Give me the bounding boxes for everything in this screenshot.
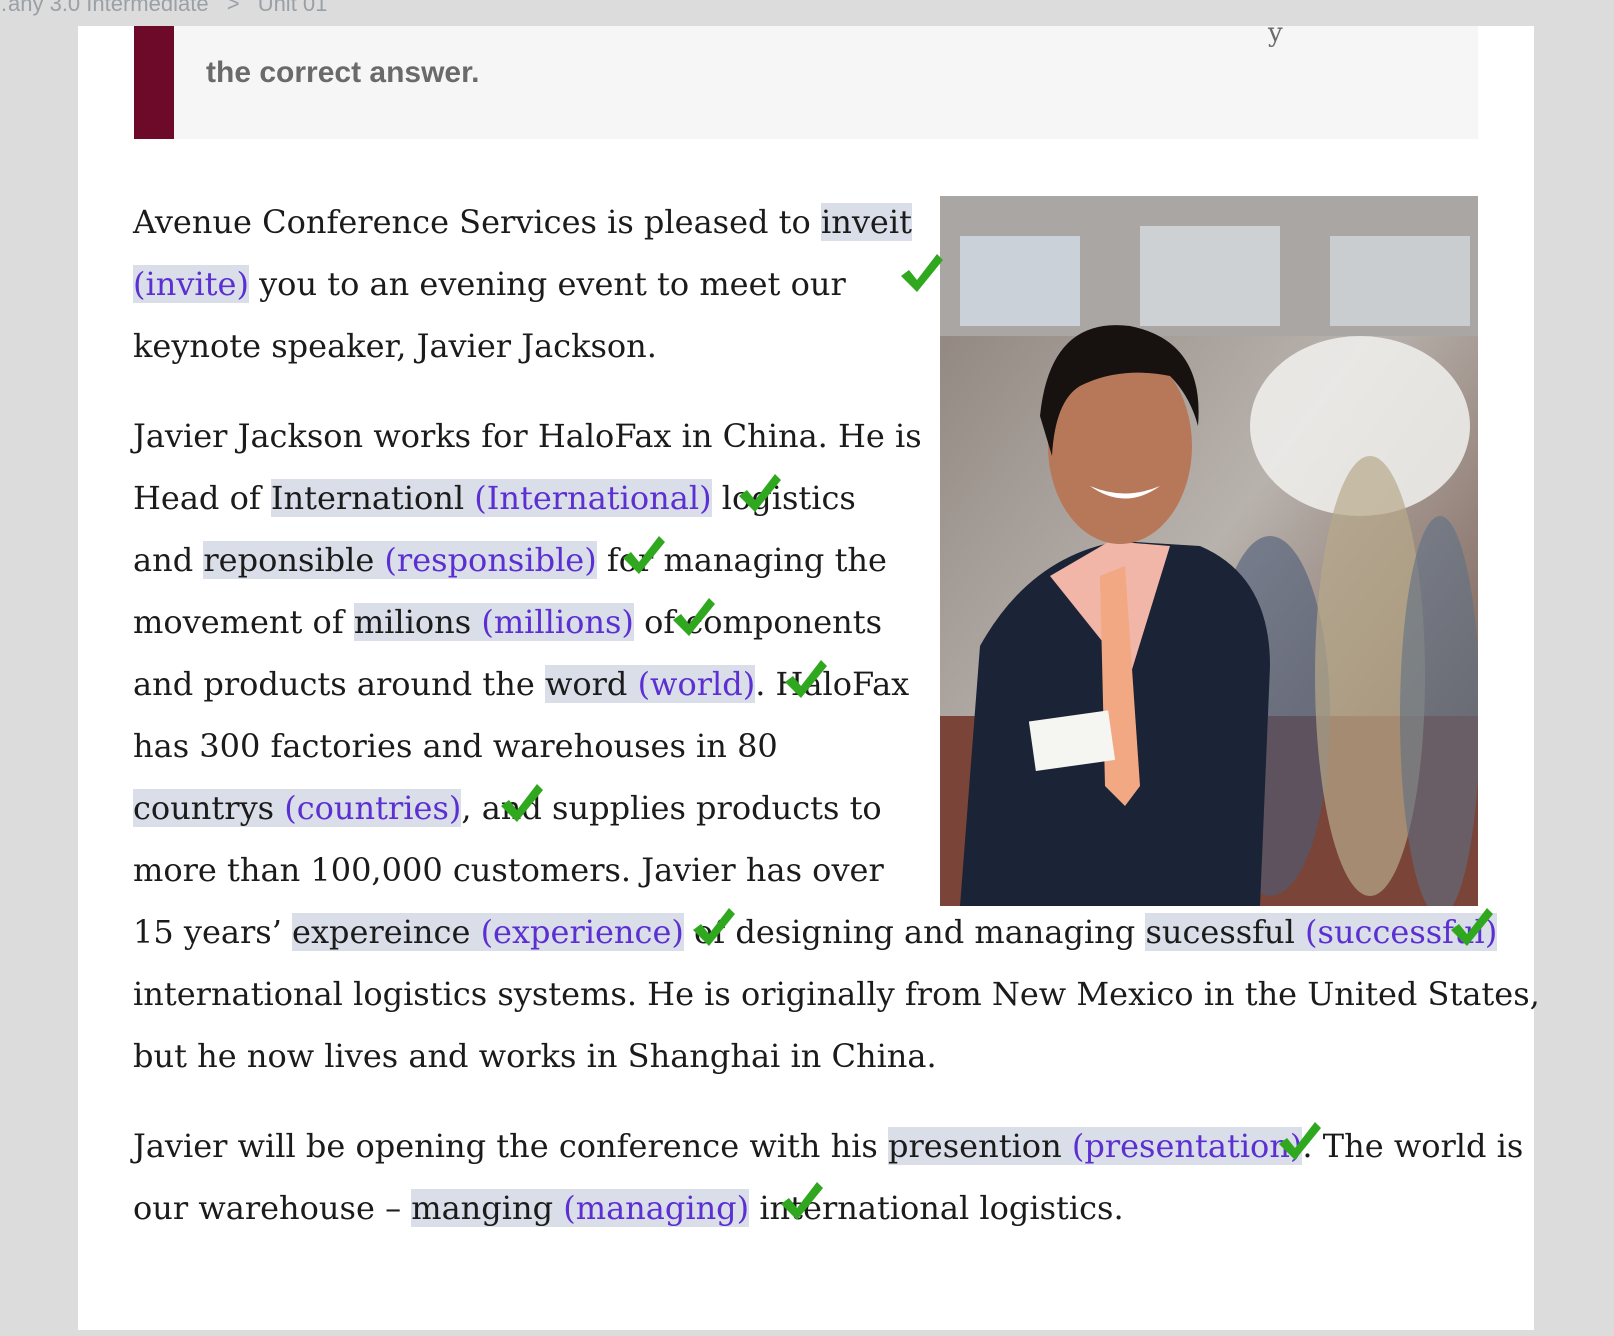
text-line: has 300 factories and warehouses in 80 <box>133 714 778 778</box>
exercise-card: y the correct answer. Avenue Conference … <box>78 18 1540 1330</box>
correction-text: (invite) <box>133 265 249 303</box>
correction-text: (presentation) <box>1071 1127 1303 1165</box>
plain-text: Javier will be opening the conference wi… <box>133 1127 889 1165</box>
corrected-word[interactable]: expereince (experience) <box>292 913 684 951</box>
correction-text: (countries) <box>284 789 462 827</box>
corrected-word[interactable]: (invite) <box>133 265 249 303</box>
correction-text: (International) <box>474 479 712 517</box>
plain-text: keynote speaker, Javier Jackson. <box>133 327 657 365</box>
correction-text: (experience) <box>480 913 684 951</box>
text-line: more than 100,000 customers. Javier has … <box>133 838 884 902</box>
misspelled-word: countrys <box>133 789 285 827</box>
text-line: Avenue Conference Services is pleased to… <box>133 190 912 254</box>
corrected-word[interactable]: Internationl (International) <box>270 479 712 517</box>
checkmark-icon <box>739 474 781 512</box>
correction-text: (millions) <box>481 603 634 641</box>
plain-text: our warehouse – <box>133 1189 412 1227</box>
plain-text: and <box>133 541 204 579</box>
checkmark-icon <box>901 254 943 292</box>
plain-text: Avenue Conference Services is pleased to <box>133 203 821 241</box>
plain-text: you to an evening event to meet our <box>248 265 846 303</box>
plain-text: international logistics systems. He is o… <box>133 975 1540 1013</box>
checkmark-icon <box>1279 1122 1321 1160</box>
misspelled-word: milions <box>353 603 482 641</box>
plain-text: Javier Jackson works for HaloFax in Chin… <box>133 417 922 455</box>
plain-text: movement of <box>133 603 354 641</box>
correction-text: (managing) <box>563 1189 750 1227</box>
checkmark-icon <box>623 536 665 574</box>
correction-text: (responsible) <box>384 541 597 579</box>
corrected-word[interactable]: milions (millions) <box>353 603 634 641</box>
misspelled-word: sucessful <box>1145 913 1306 951</box>
checkmark-icon <box>785 660 827 698</box>
corrected-word[interactable]: countrys (countries) <box>133 789 462 827</box>
misspelled-word: Internationl <box>270 479 475 517</box>
plain-text: has 300 factories and warehouses in 80 <box>133 727 778 765</box>
corrected-word[interactable]: manging (managing) <box>411 1189 750 1227</box>
checkmark-icon <box>1451 908 1493 946</box>
text-line: Javier Jackson works for HaloFax in Chin… <box>133 404 922 468</box>
corrected-word[interactable]: word (world) <box>544 665 756 703</box>
plain-text: of designing and managing <box>683 913 1146 951</box>
correction-text: (world) <box>637 665 756 703</box>
text-line: but he now lives and works in Shanghai i… <box>133 1024 937 1088</box>
breadcrumb: …any 3.0 Intermediate > Unit 01 <box>0 0 327 17</box>
text-line: our warehouse – manging (managing) inter… <box>133 1176 1124 1240</box>
text-line: and reponsible (responsible) for managin… <box>133 528 887 592</box>
checkmark-icon <box>673 598 715 636</box>
corrected-word[interactable]: sucessful (successful) <box>1145 913 1498 951</box>
breadcrumb-course[interactable]: …any 3.0 Intermediate <box>0 0 209 16</box>
misspelled-word: expereince <box>292 913 481 951</box>
text-line: keynote speaker, Javier Jackson. <box>133 314 657 378</box>
text-line: 15 years’ expereince (experience) of des… <box>133 900 1498 964</box>
checkmark-icon <box>781 1182 823 1220</box>
misspelled-word: presention <box>888 1127 1072 1165</box>
misspelled-word: manging <box>411 1189 564 1227</box>
plain-text: but he now lives and works in Shanghai i… <box>133 1037 937 1075</box>
text-line: (invite) you to an evening event to meet… <box>133 252 846 316</box>
text-line: movement of milions (millions) of compon… <box>133 590 882 654</box>
plain-text: 15 years’ <box>133 913 293 951</box>
corrected-word[interactable]: presention (presentation) <box>888 1127 1303 1165</box>
plain-text: and products around the <box>133 665 545 703</box>
plain-text: . The world is <box>1302 1127 1524 1165</box>
plain-text: . HaloFax <box>755 665 910 703</box>
plain-text: logistics <box>711 479 856 517</box>
misspelled-word: word <box>544 665 638 703</box>
breadcrumb-unit[interactable]: Unit 01 <box>258 0 328 16</box>
checkmark-icon <box>501 784 543 822</box>
misspelled-word: reponsible <box>203 541 385 579</box>
plain-text: more than 100,000 customers. Javier has … <box>133 851 884 889</box>
breadcrumb-separator: > <box>226 0 240 16</box>
checkmark-icon <box>693 908 735 946</box>
corrected-word[interactable]: inveit <box>820 203 912 241</box>
corrected-word[interactable]: reponsible (responsible) <box>203 541 597 579</box>
text-line: international logistics systems. He is o… <box>133 962 1540 1026</box>
misspelled-word: inveit <box>820 203 912 241</box>
plain-text: Head of <box>133 479 271 517</box>
letter-text: Avenue Conference Services is pleased to… <box>133 26 1540 1326</box>
